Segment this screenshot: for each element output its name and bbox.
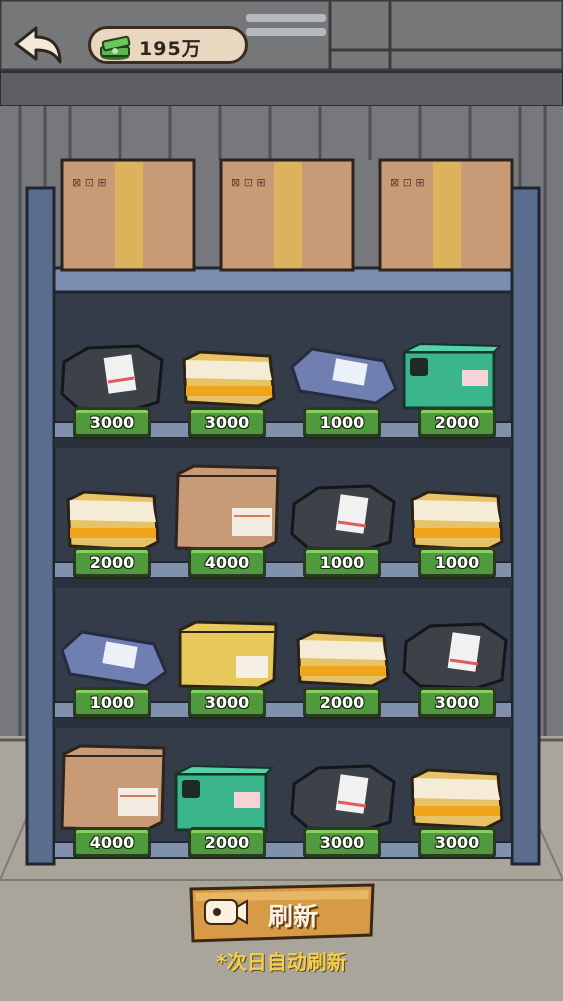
price-button[interactable]: 1000 [73,687,151,717]
price-button[interactable]: 3000 [188,407,266,437]
top-box: ⊠ ⊡ ⊞ [219,158,355,272]
svg-text:⊠ ⊡ ⊞: ⊠ ⊡ ⊞ [72,176,107,189]
cash-stack-icon [100,35,131,60]
cardboard-box-package[interactable] [172,462,282,554]
yellow-parcel-package[interactable] [408,488,504,554]
price-button[interactable]: 1000 [303,407,381,437]
price-button[interactable]: 3000 [418,827,496,857]
price-button[interactable]: 1000 [418,547,496,577]
yellow-parcel-package[interactable] [408,766,504,832]
price-button[interactable]: 2000 [73,547,151,577]
price-button[interactable]: 3000 [188,687,266,717]
price-button[interactable]: 2000 [303,687,381,717]
cardboard-box-package[interactable] [58,742,168,834]
price-button[interactable]: 1000 [303,547,381,577]
svg-text:⊠ ⊡ ⊞: ⊠ ⊡ ⊞ [390,176,425,189]
black-bag-package[interactable] [288,762,400,834]
refresh-label: 刷新 [268,902,319,931]
yellow-parcel-package[interactable] [294,628,390,690]
price-button[interactable]: 3000 [73,407,151,437]
blue-bag-package[interactable] [288,345,400,407]
green-box-package[interactable] [172,762,274,832]
svg-text:⊠ ⊡ ⊞: ⊠ ⊡ ⊞ [231,176,266,189]
yellow-parcel-package[interactable] [180,348,276,410]
green-box-package[interactable] [400,340,502,410]
money-amount: 195万 [139,38,202,60]
top-box: ⊠ ⊡ ⊞ [378,158,514,272]
price-button[interactable]: 4000 [73,827,151,857]
yellow-box-package[interactable] [176,620,278,690]
top-box: ⊠ ⊡ ⊞ [60,158,196,272]
price-button[interactable]: 2000 [418,407,496,437]
black-bag-package[interactable] [288,482,400,554]
yellow-parcel-package[interactable] [64,488,160,554]
price-button[interactable]: 3000 [418,687,496,717]
back-button[interactable] [12,24,64,66]
price-button[interactable]: 3000 [303,827,381,857]
price-button[interactable]: 4000 [188,547,266,577]
black-bag-package[interactable] [400,620,512,692]
refresh-note: *次日自动刷新 [216,950,347,974]
back-arrow-icon [14,26,62,64]
black-bag-package[interactable] [58,342,168,414]
price-button[interactable]: 2000 [188,827,266,857]
blue-bag-package[interactable] [58,628,170,690]
money-display: 195万 [88,26,248,64]
